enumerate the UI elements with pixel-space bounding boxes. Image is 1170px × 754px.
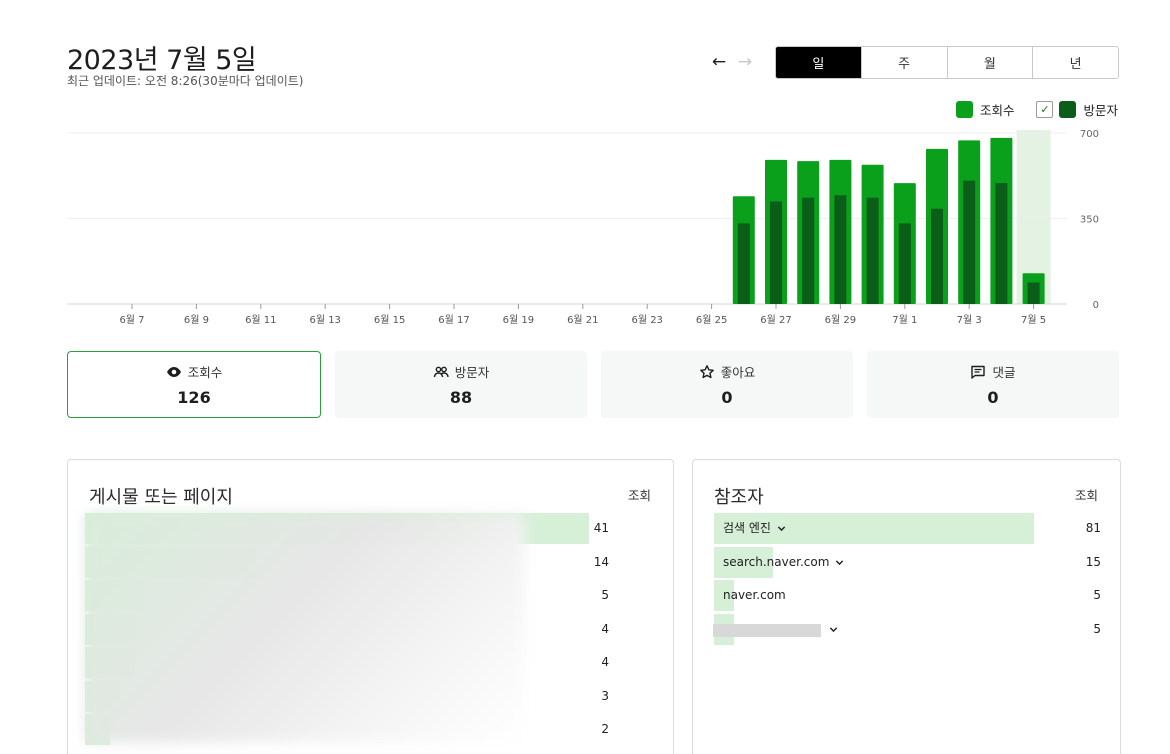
views-chart: 0 350 700 6월 7 6월 9 6월 11 6월 13 6월 15 6월 17 6월 19… <box>67 130 1127 335</box>
chart-svg: 0 350 700 6월 7 6월 9 6월 11 6월 13 6월 15 6월 17 6월 19… <box>67 130 1099 326</box>
visitors-bar <box>866 197 879 304</box>
stat-card-comments[interactable]: 댓글 0 <box>867 351 1119 418</box>
x-tick-label: 6월 27 <box>760 314 791 326</box>
visitors-bar <box>737 223 750 304</box>
chevron-down-icon[interactable] <box>829 625 838 634</box>
referrer-row-count: 81 <box>1085 521 1101 535</box>
legend-visitors-label: 방문자 <box>1083 103 1118 118</box>
stat-card-visitors[interactable]: 방문자 88 <box>335 351 587 418</box>
referrer-row[interactable]: search.naver.com 15 <box>714 546 1104 580</box>
x-tick-label: 7월 3 <box>957 314 982 326</box>
referrer-row-label-text: search.naver.com <box>723 554 830 569</box>
period-tab-week[interactable]: 주 <box>860 47 947 78</box>
stat-label-comments: 댓글 <box>970 362 1016 381</box>
eye-icon <box>166 366 181 377</box>
post-row-count: 41 <box>593 521 609 535</box>
period-tab-month[interactable]: 월 <box>946 47 1033 78</box>
y-tick-label: 700 <box>1080 130 1099 140</box>
referrers-column-header: 조회 <box>1075 488 1099 503</box>
stat-likes-label-text: 좋아요 <box>720 365 756 380</box>
people-icon <box>433 366 449 377</box>
stat-card-likes[interactable]: 좋아요 0 <box>601 351 853 418</box>
referrers-panel-title: 참조자 <box>714 487 764 508</box>
x-tick-label: 6월 9 <box>184 314 209 326</box>
period-tab-year[interactable]: 년 <box>1032 47 1118 78</box>
legend-views: 조회수 <box>955 100 1015 119</box>
referrers-panel: 참조자 조회 검색 엔진 81 search.naver.com 15 naver.co… <box>692 459 1121 754</box>
previous-arrow-icon[interactable]: ← <box>710 52 728 72</box>
stat-comments-value: 0 <box>987 388 999 407</box>
x-tick-label: 6월 25 <box>696 314 727 326</box>
visitors-bar <box>770 201 782 304</box>
referrer-row[interactable]: 검색 엔진 81 <box>714 513 1104 546</box>
posts-panel-title: 게시물 또는 페이지 <box>89 487 233 508</box>
x-tick-label: 6월 23 <box>631 314 662 326</box>
visitors-bar <box>931 208 943 304</box>
referrer-row-count: 15 <box>1085 554 1101 569</box>
x-tick-label: 6월 13 <box>309 314 340 326</box>
visitors-bar <box>834 195 847 304</box>
referrer-row-label: search.naver.com <box>723 547 844 578</box>
redacted-referrer <box>713 624 821 637</box>
stat-likes-value: 0 <box>721 388 733 407</box>
visitors-bar <box>1027 282 1040 304</box>
stat-views-label-text: 조회수 <box>187 365 223 380</box>
y-tick-label: 0 <box>1093 300 1099 311</box>
x-tick-label: 7월 1 <box>892 314 917 326</box>
chart-legend: 조회수 ✓ 방문자 <box>934 100 1118 119</box>
checkmark-icon[interactable]: ✓ <box>1036 101 1054 118</box>
post-row-count: 4 <box>601 621 609 636</box>
stat-label-likes: 좋아요 <box>699 362 756 381</box>
posts-panel: 게시물 또는 페이지 조회 41 14 5 4 4 3 2 <box>67 459 674 754</box>
x-tick-label: 6월 11 <box>245 314 276 326</box>
update-note: 최근 업데이트: 오전 8:26(30분마다 업데이트) <box>67 74 304 88</box>
y-tick-label: 350 <box>1080 215 1099 226</box>
x-tick-label: 6월 29 <box>825 314 856 326</box>
referrer-row-label-text: naver.com <box>723 588 786 602</box>
stats-row: 조회수 126 방문자 88 좋아요 0 댓글 0 <box>67 351 1119 418</box>
referrer-row-label: naver.com <box>723 580 786 611</box>
post-row-count: 2 <box>601 722 609 736</box>
referrer-row-count: 5 <box>1093 621 1101 636</box>
x-tick-label: 6월 21 <box>567 314 598 326</box>
redacted-post-titles <box>85 513 525 743</box>
comment-icon <box>971 365 986 379</box>
stat-visitors-value: 88 <box>449 388 473 407</box>
star-icon <box>699 364 714 378</box>
legend-views-label: 조회수 <box>979 103 1015 118</box>
referrer-row-label-text: 검색 엔진 <box>723 521 771 535</box>
stat-label-visitors: 방문자 <box>433 362 490 381</box>
visitors-bar <box>802 197 815 304</box>
post-row-count: 3 <box>601 688 609 703</box>
x-tick-label: 6월 7 <box>119 314 144 326</box>
legend-views-swatch <box>955 101 973 118</box>
x-tick-label: 6월 15 <box>374 314 405 326</box>
referrer-row[interactable]: naver.com 5 <box>714 580 1104 613</box>
posts-column-header: 조회 <box>628 488 652 503</box>
legend-visitors-swatch <box>1059 101 1077 118</box>
stat-views-value: 126 <box>177 388 211 407</box>
referrer-row-label: 검색 엔진 <box>723 513 786 544</box>
stat-visitors-label-text: 방문자 <box>454 365 490 380</box>
chevron-down-icon[interactable] <box>777 524 786 533</box>
date-navigation: ← → <box>710 52 754 72</box>
post-row-count: 5 <box>601 588 609 602</box>
referrer-row-count: 5 <box>1093 588 1101 602</box>
post-row-count: 14 <box>593 554 609 569</box>
stat-card-views[interactable]: 조회수 126 <box>67 351 321 418</box>
x-tick-label: 7월 5 <box>1021 314 1046 326</box>
visitors-bar <box>963 180 976 304</box>
period-selector: 일 주 월 년 <box>775 46 1119 79</box>
stat-label-views: 조회수 <box>166 362 223 381</box>
legend-visitors[interactable]: ✓ 방문자 <box>1036 100 1118 119</box>
chevron-down-icon[interactable] <box>835 558 844 567</box>
visitors-bar <box>898 223 911 304</box>
stat-comments-label-text: 댓글 <box>992 365 1016 380</box>
post-row-count: 4 <box>601 655 609 669</box>
visitors-bar <box>995 183 1008 304</box>
x-tick-label: 6월 19 <box>503 314 534 326</box>
period-tab-day[interactable]: 일 <box>776 47 861 78</box>
next-arrow-icon[interactable]: → <box>736 52 754 72</box>
x-tick-label: 6월 17 <box>438 314 469 326</box>
